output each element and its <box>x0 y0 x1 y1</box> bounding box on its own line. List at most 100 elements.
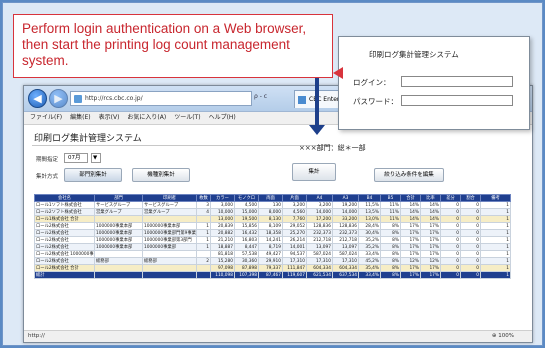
zoom-level[interactable]: ⊕ 100% <box>492 331 514 342</box>
login-field[interactable] <box>401 76 513 87</box>
table-cell: 14,241 <box>258 236 283 244</box>
table-cell: 0 <box>460 229 481 237</box>
table-cell: 33,4% <box>358 250 381 258</box>
table-row: ロール2株式会社 1000000事業本部 1000000事業部門第9事業部 1 20,8… <box>34 229 511 237</box>
table-cell: 0 <box>440 229 461 237</box>
table-cell: 13,0% <box>358 215 381 223</box>
table-cell: 30,360 <box>234 257 259 265</box>
menu-favorites[interactable]: お気に入り(A) <box>127 112 166 124</box>
department-label: ×××部門：総＊一部 <box>299 144 366 152</box>
table-cell <box>94 271 143 279</box>
login-label: ログイン： <box>353 78 391 87</box>
table-cell: 0 <box>460 236 481 244</box>
table-cell: 8% <box>380 243 401 251</box>
forward-button[interactable]: ▶ <box>49 89 68 108</box>
table-cell: 8,109 <box>258 222 283 230</box>
table-cell: 3,200 <box>282 201 307 209</box>
table-cell: 0 <box>440 222 461 230</box>
table-cell: 1 <box>196 236 211 244</box>
status-bar: http:// ⊕ 100% <box>24 330 532 342</box>
table-cell: 8,447 <box>234 243 259 251</box>
menu-tools[interactable]: ツール(T) <box>174 112 200 124</box>
table-cell: 128,836 <box>332 222 359 230</box>
back-button[interactable]: ◀ <box>28 89 47 108</box>
table-cell: 14% <box>400 201 421 209</box>
table-cell: 7,760 <box>282 215 307 223</box>
table-cell: 4,500 <box>234 201 259 209</box>
table-cell: 111,847 <box>282 264 307 272</box>
table-cell: 14,000 <box>332 208 359 216</box>
menu-help[interactable]: ヘルプ(H) <box>209 112 236 124</box>
table-cell: 130 <box>258 201 283 209</box>
table-cell: 1 <box>196 243 211 251</box>
edit-filter-button[interactable]: 絞り込み条件を編集 <box>374 168 444 182</box>
table-cell: 8% <box>380 229 401 237</box>
table-cell: 11,5% <box>358 201 381 209</box>
table-cell: 1000000事業部 <box>142 243 197 251</box>
table-cell: 16,432 <box>234 229 259 237</box>
table-cell: 0 <box>440 236 461 244</box>
table-row: ロール2ソフト株式会社 営業グループ 営業グループ 4 10,000 15,000 8,00… <box>34 208 511 216</box>
chevron-down-icon[interactable]: ▼ <box>91 153 101 163</box>
period-select[interactable]: 07月 <box>64 153 88 163</box>
table-cell: 0 <box>440 208 461 216</box>
table-cell: 0 <box>440 257 461 265</box>
table-cell: 1 <box>480 257 511 265</box>
menu-file[interactable]: ファイル(F) <box>30 112 62 124</box>
table-cell: 232,373 <box>332 229 359 237</box>
table-header-cell: 片面 <box>282 194 307 202</box>
table-cell: 0 <box>460 215 481 223</box>
table-total-row: 総計 110,098 107,398 87,467 119,607 621,534 637,… <box>34 271 511 279</box>
table-cell: 604,334 <box>332 264 359 272</box>
callout-box: Perform login authentication on a Web br… <box>13 14 333 78</box>
table-cell: 8,719 <box>258 243 283 251</box>
table-cell: 0 <box>460 257 481 265</box>
table-header-cell: 差分 <box>440 194 461 202</box>
table-cell: 21,210 <box>210 236 235 244</box>
menu-edit[interactable]: 編集(E) <box>70 112 90 124</box>
flow-arrow-head <box>309 125 325 135</box>
password-field[interactable] <box>401 95 513 106</box>
table-cell: 17,310 <box>332 257 359 265</box>
table-cell: 0 <box>460 201 481 209</box>
table-cell: 14% <box>420 208 441 216</box>
table-cell: 0 <box>440 271 461 279</box>
table-cell: 1000000事業本部 <box>94 222 143 230</box>
table-cell: 1 <box>196 229 211 237</box>
table-cell: 2 <box>196 257 211 265</box>
table-cell <box>142 264 197 272</box>
device-aggregate-button[interactable]: 機種別集計 <box>132 168 190 182</box>
table-cell: 232,373 <box>306 229 333 237</box>
table-cell <box>196 271 211 279</box>
table-cell: 1 <box>480 208 511 216</box>
address-tools[interactable]: ρ - c <box>254 93 267 100</box>
menu-view[interactable]: 表示(V) <box>99 112 120 124</box>
table-row: ロール1ソフト株式会社 サービスグループ サービスグループ 3 3,000 4,500 13… <box>34 201 511 209</box>
aggregate-button[interactable]: 集計 <box>292 163 336 181</box>
table-cell: ロール1株式会社 合計 <box>34 215 95 223</box>
table-cell <box>94 264 143 272</box>
dept-aggregate-button[interactable]: 部門別集計 <box>64 168 122 182</box>
table-header-cell: 合計 <box>400 194 421 202</box>
table-cell: 14% <box>400 208 421 216</box>
table-cell: 79,337 <box>258 264 283 272</box>
address-bar[interactable]: http://rcs.cbc.co.jp/ <box>70 91 252 106</box>
table-cell: 8% <box>380 271 401 279</box>
table-cell: 総計 <box>34 271 95 279</box>
table-cell: 8,130 <box>258 215 283 223</box>
table-cell: 81,818 <box>210 250 235 258</box>
table-cell: ロール2株式会社 1000000事業本部 合計 <box>34 250 95 258</box>
table-cell: 11% <box>380 208 401 216</box>
table-cell: ロール2ソフト株式会社 <box>34 208 95 216</box>
callout-text: Perform login authentication on a Web br… <box>22 21 307 68</box>
table-cell <box>94 215 143 223</box>
table-cell: 8% <box>380 264 401 272</box>
table-cell: 17% <box>400 222 421 230</box>
table-cell: 1 <box>480 222 511 230</box>
table-cell: 18,358 <box>258 229 283 237</box>
table-header-cell: モノクロ <box>234 194 259 202</box>
table-cell: 8,000 <box>258 208 283 216</box>
table-cell: 17% <box>420 264 441 272</box>
table-cell: 17% <box>400 236 421 244</box>
table-cell: 13,097 <box>306 243 333 251</box>
